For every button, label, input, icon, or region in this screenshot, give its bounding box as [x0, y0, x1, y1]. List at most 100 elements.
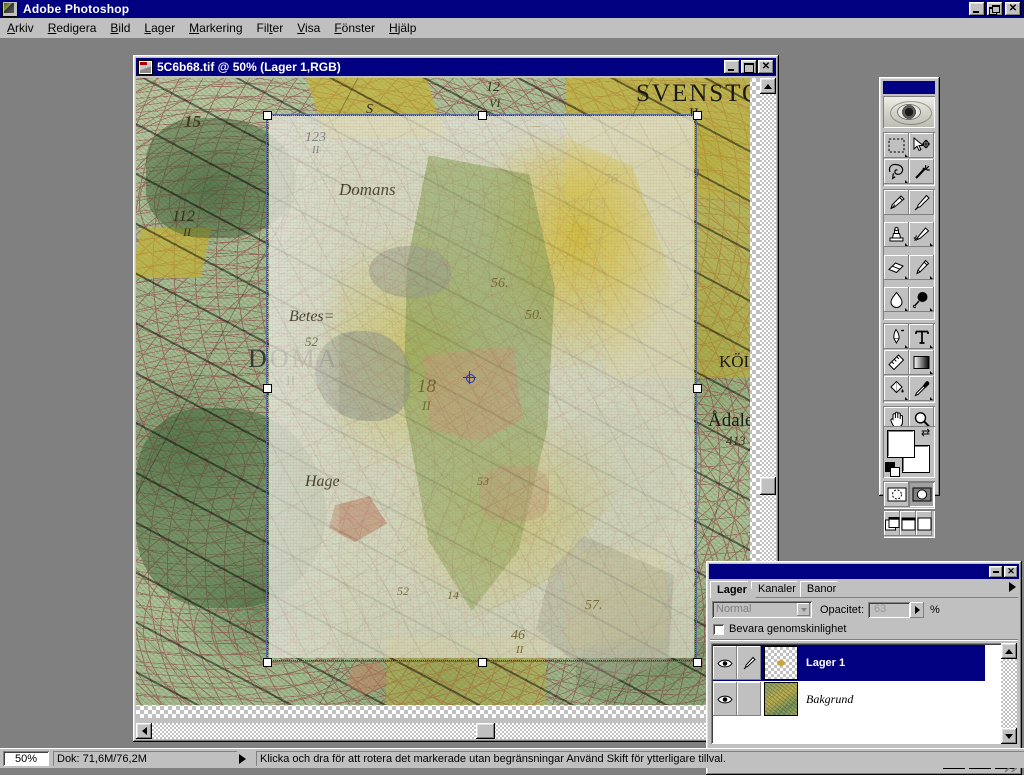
paintbrush-icon [743, 656, 756, 670]
airbrush-tool[interactable] [884, 190, 909, 215]
opacity-value: 63 [874, 602, 887, 615]
layer-list-scrollbar[interactable] [1001, 643, 1017, 744]
blend-mode-select[interactable]: Normal [712, 601, 812, 618]
table-row[interactable]: Lager 1 [713, 645, 985, 681]
history-brush-tool[interactable] [909, 222, 934, 248]
tab-label: Lager [717, 583, 747, 596]
layer-active-indicator[interactable] [737, 646, 761, 680]
transform-handle-top-left[interactable] [263, 111, 272, 120]
pencil-tool[interactable] [909, 254, 934, 280]
transform-center-point[interactable] [463, 371, 476, 384]
transform-handle-top-right[interactable] [693, 111, 702, 120]
foreground-color-swatch[interactable] [888, 431, 914, 457]
layer-visibility-toggle[interactable] [713, 682, 737, 716]
full-screen-icon[interactable] [916, 511, 932, 536]
gradient-tool[interactable] [909, 350, 934, 375]
rubber-stamp-tool[interactable] [884, 222, 909, 248]
tab-banor[interactable]: Banor [800, 581, 845, 598]
document-icon [138, 59, 153, 75]
eraser-tool[interactable] [884, 254, 909, 280]
document-horizontal-scrollbar[interactable] [136, 723, 760, 739]
menu-bild[interactable]: Bild [103, 19, 137, 37]
menu-lager[interactable]: Lager [137, 19, 182, 37]
application-title-bar: Adobe Photoshop ✕ [0, 0, 1024, 18]
horizontal-scroll-thumb[interactable] [476, 723, 495, 739]
pen-tool[interactable] [884, 324, 909, 349]
menu-redigera[interactable]: Redigera [41, 19, 104, 37]
paintbrush-tool[interactable] [909, 190, 934, 215]
eye-visibility-icon [717, 695, 733, 703]
transform-handle-top-center[interactable] [478, 111, 487, 120]
layer-list-scroll-down-button[interactable] [1001, 728, 1017, 744]
scroll-up-button[interactable] [760, 78, 776, 94]
quick-mask-icon[interactable] [909, 482, 934, 507]
tab-kanaler[interactable]: Kanaler [751, 581, 805, 598]
chevron-down-icon[interactable] [797, 603, 810, 616]
marquee-tool[interactable] [884, 133, 909, 158]
default-colors-icon[interactable] [885, 462, 900, 477]
image-canvas[interactable]: 15 112 II DOMA II SVENSTORP II KÖINGE m … [136, 78, 760, 718]
free-transform-bounding-box[interactable] [263, 111, 702, 667]
tab-label: Banor [806, 583, 837, 595]
transform-handle-bottom-center[interactable] [478, 658, 487, 667]
standard-mode-icon[interactable] [884, 482, 909, 507]
menu-hjalp[interactable]: Hjälp [382, 19, 423, 37]
window-resize-grip[interactable] [1008, 752, 1022, 766]
layer-visibility-toggle[interactable] [713, 646, 737, 680]
tab-label: Kanaler [757, 583, 796, 595]
lasso-tool[interactable] [884, 159, 909, 184]
menu-visa[interactable]: Visa [290, 19, 327, 37]
palette-menu-arrow-icon[interactable] [1009, 582, 1016, 592]
document-window-controls: ✕ [724, 60, 774, 74]
opacity-input[interactable]: 63 [868, 601, 911, 618]
layer-thumbnail [764, 682, 798, 716]
document-maximize-button[interactable] [741, 60, 757, 74]
blur-tool[interactable] [884, 286, 909, 312]
layers-palette-close-button[interactable]: ✕ [1004, 565, 1018, 578]
magic-wand-tool[interactable] [909, 159, 934, 184]
minimize-button[interactable] [969, 2, 985, 16]
document-minimize-button[interactable] [724, 60, 740, 74]
zoom-level-field[interactable]: 50% [3, 751, 49, 766]
measure-tool[interactable] [884, 350, 909, 375]
transform-handle-middle-left[interactable] [263, 384, 272, 393]
scroll-left-button[interactable] [136, 723, 152, 739]
full-screen-menu-icon[interactable] [900, 511, 916, 536]
paint-bucket-tool[interactable] [884, 376, 909, 401]
preserve-transparency-checkbox[interactable] [713, 623, 724, 635]
move-tool[interactable] [909, 133, 934, 158]
restore-button[interactable] [987, 2, 1003, 16]
status-bar: 50% Dok: 71,6M/76,2M Klicka och dra för … [0, 748, 1024, 768]
toolbox-group-vector [883, 323, 935, 403]
table-row[interactable]: Bakgrund [713, 681, 985, 717]
preserve-transparency-row[interactable]: Bevara genomskinlighet [713, 623, 846, 635]
standard-screen-icon[interactable] [884, 511, 900, 536]
layers-palette-minimize-button[interactable] [989, 565, 1003, 578]
transform-handle-bottom-right[interactable] [693, 658, 702, 667]
menu-arkiv[interactable]: AArkivrkiv [0, 19, 41, 37]
menu-markering[interactable]: Markering [182, 19, 249, 37]
menu-filter[interactable]: Filter [250, 19, 291, 37]
vertical-scroll-thumb[interactable] [760, 477, 776, 495]
type-tool[interactable] [909, 324, 934, 349]
dodge-tool[interactable] [909, 286, 934, 312]
toolbox-title-bar[interactable] [883, 81, 935, 94]
document-size-info: Dok: 71,6M/76,2M [53, 751, 237, 766]
opacity-slider-button[interactable] [910, 601, 925, 618]
layer-name: Bakgrund [806, 691, 854, 706]
eyedropper-tool[interactable] [909, 376, 934, 401]
preserve-transparency-label: Bevara genomskinlighet [729, 623, 847, 635]
close-button[interactable]: ✕ [1005, 2, 1021, 16]
layer-list: Lager 1 Bakgrund [711, 643, 1002, 744]
tab-lager[interactable]: Lager [710, 581, 756, 598]
layers-palette-title-bar[interactable]: ✕ [709, 564, 1019, 579]
document-close-button[interactable]: ✕ [758, 60, 774, 74]
swap-colors-icon[interactable]: ⇄ [921, 427, 933, 439]
status-menu-arrow-icon[interactable] [239, 753, 246, 764]
transform-handle-middle-right[interactable] [693, 384, 702, 393]
menu-fonster[interactable]: Fönster [327, 19, 382, 37]
layer-active-indicator[interactable] [737, 682, 761, 716]
transform-handle-bottom-left[interactable] [263, 658, 272, 667]
layer-list-scroll-up-button[interactable] [1001, 643, 1017, 659]
document-title: 5C6b68.tif @ 50% (Lager 1,RGB) [157, 60, 341, 74]
